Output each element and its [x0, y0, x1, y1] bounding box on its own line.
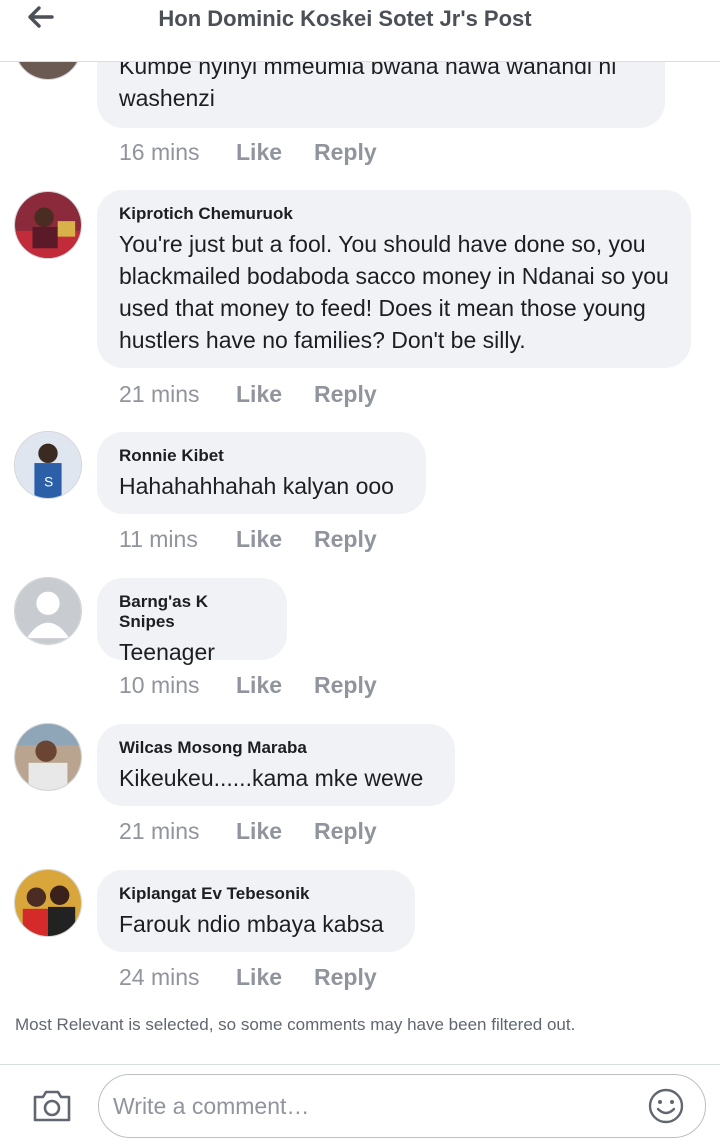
comment-time: 10 mins [119, 672, 200, 698]
comment-bubble[interactable]: Ronnie Kibet Hahahahhahah kalyan ooo [97, 432, 426, 514]
reply-button[interactable]: Reply [314, 964, 377, 991]
svg-text:S: S [44, 474, 53, 489]
emoji-icon[interactable] [647, 1087, 685, 1125]
comment-bubble[interactable]: Wilcas Mosong Maraba Kikeukeu......kama … [97, 724, 455, 806]
comment-input[interactable]: Write a comment… [98, 1074, 706, 1138]
reply-button[interactable]: Reply [314, 672, 377, 699]
comment-bubble[interactable]: Kiprotich Chemuruok You're just but a fo… [97, 190, 691, 368]
comment-text: Hahahahhahah kalyan ooo [119, 473, 394, 499]
comment-author[interactable]: Ronnie Kibet [119, 446, 404, 466]
comment-time: 11 mins [119, 526, 198, 552]
comment-input-placeholder: Write a comment… [113, 1093, 310, 1119]
like-button[interactable]: Like [236, 526, 282, 553]
filter-note: Most Relevant is selected, so some comme… [15, 1015, 576, 1034]
comment-time: 21 mins [119, 381, 200, 407]
avatar[interactable]: S [14, 431, 82, 499]
camera-icon[interactable] [32, 1089, 72, 1123]
comment-author[interactable]: Wilcas Mosong Maraba [119, 738, 433, 758]
like-button[interactable]: Like [236, 818, 282, 845]
comment-text: Teenager [119, 639, 215, 665]
comment-text: Farouk ndio mbaya kabsa [119, 911, 384, 937]
comment-text: You're just but a fool. You should have … [119, 231, 669, 353]
default-avatar-icon[interactable] [14, 577, 82, 645]
comment-time: 21 mins [119, 818, 200, 844]
avatar[interactable] [14, 723, 82, 791]
comment-bubble[interactable]: Kiplangat Ev Tebesonik Farouk ndio mbaya… [97, 870, 415, 952]
post-header: Hon Dominic Koskei Sotet Jr's Post [0, 0, 720, 62]
comment-author[interactable]: Barng'as K Snipes [119, 592, 265, 632]
reply-button[interactable]: Reply [314, 818, 377, 845]
avatar[interactable] [14, 869, 82, 937]
like-button[interactable]: Like [236, 381, 282, 408]
like-button[interactable]: Like [236, 672, 282, 699]
page-title: Hon Dominic Koskei Sotet Jr's Post [158, 6, 532, 31]
like-button[interactable]: Like [236, 139, 282, 166]
comment-time: 16 mins [119, 139, 200, 165]
comment-text: Kikeukeu......kama mke wewe [119, 765, 424, 791]
comment-author[interactable]: Kiplangat Ev Tebesonik [119, 884, 393, 904]
reply-button[interactable]: Reply [314, 381, 377, 408]
reply-button[interactable]: Reply [314, 526, 377, 553]
comment-time: 24 mins [119, 964, 200, 990]
avatar[interactable] [14, 191, 82, 259]
comment-author[interactable]: Kiprotich Chemuruok [119, 204, 669, 224]
comment-bubble[interactable]: Barng'as K Snipes Teenager [97, 578, 287, 665]
reply-button[interactable]: Reply [314, 139, 377, 166]
comment-composer: Write a comment… [0, 1064, 720, 1145]
like-button[interactable]: Like [236, 964, 282, 991]
